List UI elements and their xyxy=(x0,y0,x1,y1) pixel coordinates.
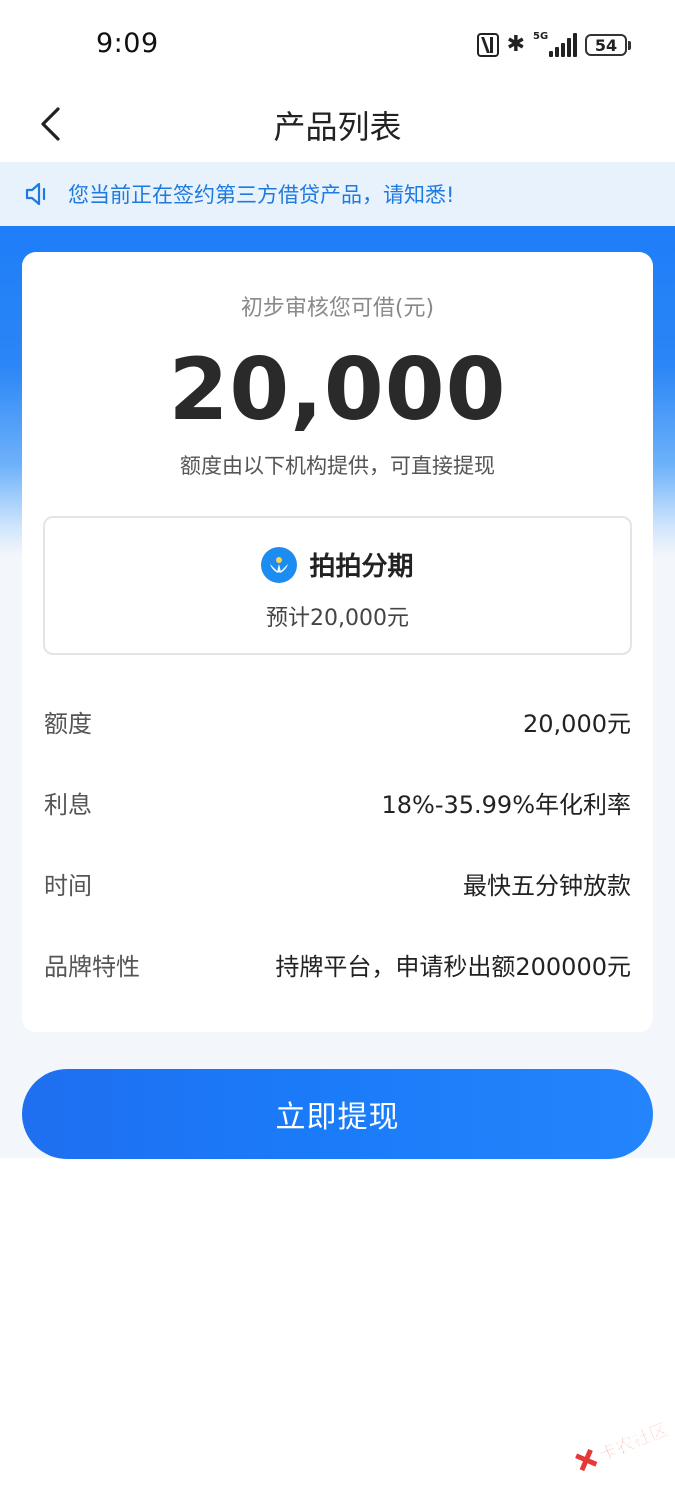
detail-value: 持牌平台，申请秒出额200000元 xyxy=(275,952,631,981)
loan-amount: 20,000 xyxy=(168,340,507,440)
detail-row-interest: 利息 18%-35.99%年化利率 xyxy=(44,782,631,822)
detail-row-time: 时间 最快五分钟放款 xyxy=(44,863,631,903)
detail-label: 额度 xyxy=(44,709,92,738)
battery-icon: 54 xyxy=(585,34,631,56)
page: 9:09 ✱ 5G 54 产品列表 您当前正在签约第三方借贷产品，请知悉! 初步… xyxy=(0,0,675,1500)
lender-estimate: 预计20,000元 xyxy=(266,606,409,631)
status-icons: ✱ 5G 54 xyxy=(476,30,631,60)
detail-label: 品牌特性 xyxy=(44,952,140,981)
detail-label: 利息 xyxy=(44,790,92,819)
speaker-icon xyxy=(25,182,46,206)
network-type-label: 5G xyxy=(533,31,549,42)
lender-logo-icon xyxy=(261,546,298,583)
detail-value: 18%-35.99%年化利率 xyxy=(381,790,631,819)
notice-bar: 您当前正在签约第三方借贷产品，请知悉! xyxy=(0,162,675,226)
cellular-signal-icon: 5G xyxy=(533,31,577,57)
offer-card: 初步审核您可借(元) 20,000 额度由以下机构提供，可直接提现 拍拍分期 预… xyxy=(22,252,653,1032)
watermark: 卡农社区 xyxy=(565,1402,675,1491)
detail-row-brand: 品牌特性 持牌平台，申请秒出额200000元 xyxy=(44,944,631,984)
detail-row-limit: 额度 20,000元 xyxy=(44,701,631,741)
page-title: 产品列表 xyxy=(273,108,402,146)
notice-text: 您当前正在签约第三方借贷产品，请知悉! xyxy=(68,183,455,207)
amount-caption: 初步审核您可借(元) xyxy=(240,296,435,321)
detail-value: 20,000元 xyxy=(523,709,631,738)
lender-head: 拍拍分期 xyxy=(45,546,630,583)
withdraw-now-button[interactable]: 立即提现 xyxy=(22,1069,653,1159)
detail-value: 最快五分钟放款 xyxy=(463,871,631,900)
nav-bar: 产品列表 xyxy=(0,90,675,162)
watermark-logo-icon xyxy=(571,1446,600,1475)
status-time: 9:09 xyxy=(96,28,159,59)
amount-note: 额度由以下机构提供，可直接提现 xyxy=(180,454,495,478)
watermark-text: 卡农社区 xyxy=(596,1419,671,1466)
bluetooth-icon: ✱ xyxy=(506,32,525,57)
lender-box[interactable]: 拍拍分期 预计20,000元 xyxy=(43,516,632,655)
battery-level: 54 xyxy=(585,34,627,56)
withdraw-now-label: 立即提现 xyxy=(275,1101,400,1134)
detail-label: 时间 xyxy=(44,871,92,900)
nfc-icon xyxy=(476,33,499,57)
status-bar: 9:09 ✱ 5G 54 xyxy=(0,0,675,90)
lender-name: 拍拍分期 xyxy=(309,552,414,582)
